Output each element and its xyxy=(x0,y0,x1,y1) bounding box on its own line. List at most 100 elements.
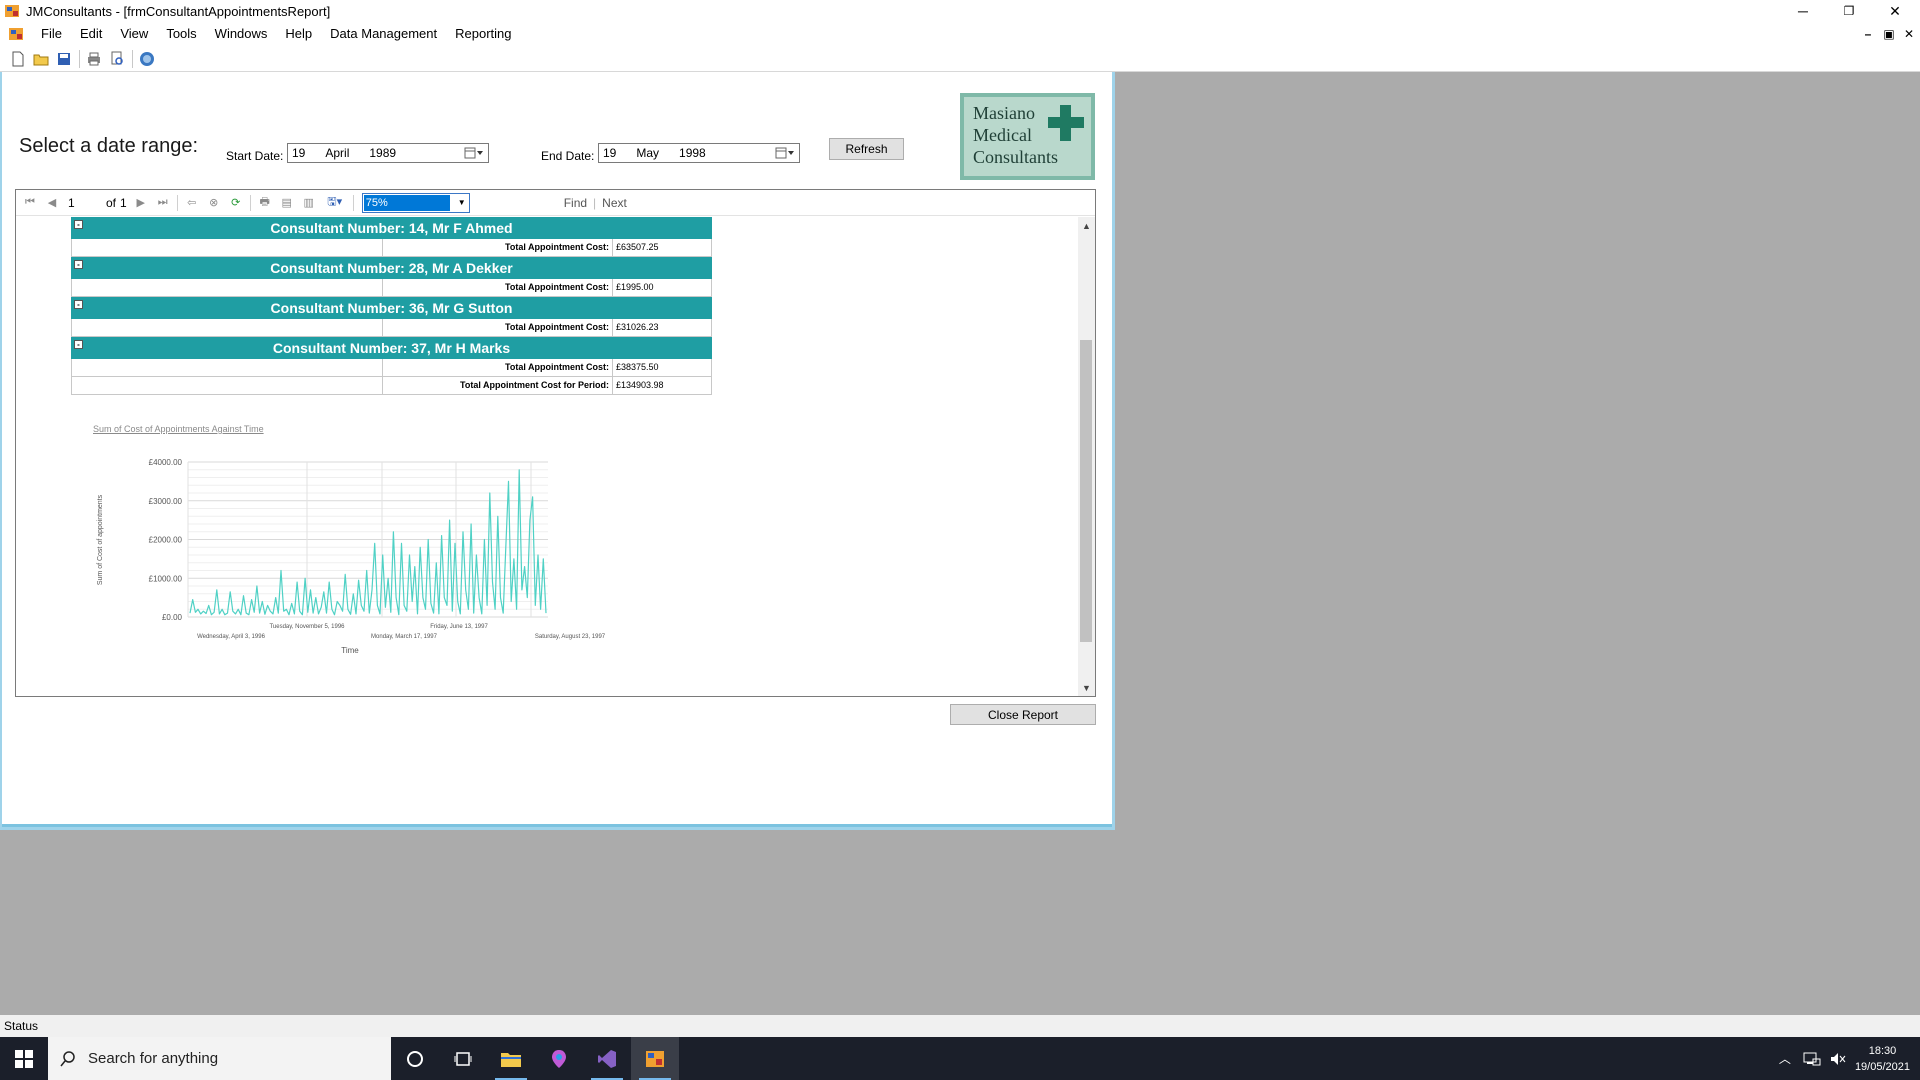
collapse-toggle-icon[interactable]: - xyxy=(74,300,83,309)
scroll-thumb[interactable] xyxy=(1080,340,1092,642)
print-preview-icon[interactable] xyxy=(109,51,125,67)
save-icon[interactable] xyxy=(56,51,72,67)
menu-data-management[interactable]: Data Management xyxy=(321,22,446,46)
group-header-text: Consultant Number: 28, Mr A Dekker xyxy=(270,260,513,276)
back-icon[interactable]: ⇦ xyxy=(184,195,200,211)
total-value: £38375.50 xyxy=(616,362,659,372)
cortana-icon[interactable] xyxy=(391,1037,439,1080)
form-icon[interactable] xyxy=(8,26,24,42)
x-tick-label: Wednesday, April 3, 1996 xyxy=(197,634,265,640)
group-header: - Consultant Number: 37, Mr H Marks xyxy=(71,337,712,359)
total-label: Total Appointment Cost: xyxy=(383,239,613,256)
new-icon[interactable] xyxy=(10,51,26,67)
grand-total-row: Total Appointment Cost for Period: £1349… xyxy=(71,377,712,395)
close-report-button[interactable]: Close Report xyxy=(950,704,1096,725)
menu-tools[interactable]: Tools xyxy=(157,22,205,46)
scroll-up-icon[interactable]: ▲ xyxy=(1078,217,1095,234)
calendar-dropdown-icon[interactable] xyxy=(775,146,795,160)
x-tick-label: Friday, June 13, 1997 xyxy=(430,624,488,630)
title-bar: JMConsultants - [frmConsultantAppointmen… xyxy=(0,0,1920,22)
chevron-up-icon[interactable]: ︿ xyxy=(1779,1050,1791,1067)
minimize-button[interactable]: ─ xyxy=(1780,0,1826,22)
mdi-client-area: Select a date range: Start Date: 19 Apri… xyxy=(0,72,1920,1015)
zoom-select[interactable]: 75% ▼ xyxy=(361,192,470,213)
collapse-toggle-icon[interactable]: - xyxy=(74,220,83,229)
logo-text: Masiano Medical Consultants xyxy=(973,102,1058,168)
start-date-picker[interactable]: 19 April 1989 xyxy=(287,143,489,163)
start-day[interactable]: 19 xyxy=(292,146,305,160)
total-label: Total Appointment Cost: xyxy=(383,279,613,296)
menu-edit[interactable]: Edit xyxy=(71,22,111,46)
menu-help[interactable]: Help xyxy=(276,22,321,46)
windows-start-icon[interactable] xyxy=(0,1037,48,1080)
task-view-icon[interactable] xyxy=(439,1037,487,1080)
scroll-down-icon[interactable]: ▼ xyxy=(1078,679,1095,696)
refresh-button[interactable]: Refresh xyxy=(829,138,904,160)
find-button[interactable]: Find xyxy=(564,196,587,210)
visual-studio-icon[interactable] xyxy=(583,1037,631,1080)
collapse-toggle-icon[interactable]: - xyxy=(74,340,83,349)
y-tick-label: £3000.00 xyxy=(149,497,183,506)
menu-file[interactable]: File xyxy=(32,22,71,46)
close-window-button[interactable]: ✕ xyxy=(1872,0,1918,22)
total-label: Total Appointment Cost: xyxy=(383,319,613,336)
find-next-button[interactable]: Next xyxy=(602,196,627,210)
end-day[interactable]: 19 xyxy=(603,146,616,160)
menu-reporting[interactable]: Reporting xyxy=(446,22,520,46)
mdi-close-button[interactable]: ✕ xyxy=(1899,22,1919,46)
vertical-scrollbar[interactable]: ▲ ▼ xyxy=(1078,217,1095,696)
page-total: 1 xyxy=(120,195,127,210)
page-setup-icon[interactable]: ▥ xyxy=(301,195,317,211)
window-title: JMConsultants - [frmConsultantAppointmen… xyxy=(26,3,331,19)
print-icon[interactable] xyxy=(86,51,102,67)
mdi-minimize-button[interactable]: – xyxy=(1858,22,1878,46)
clock-date: 19/05/2021 xyxy=(1854,1060,1910,1073)
start-month[interactable]: April xyxy=(325,146,349,160)
refresh-icon[interactable]: ⟳ xyxy=(228,195,244,211)
search-placeholder: Search for anything xyxy=(88,1050,219,1067)
taskbar-search[interactable]: Search for anything xyxy=(48,1037,391,1080)
table-row: Total Appointment Cost: £63507.25 xyxy=(71,239,712,257)
print-icon[interactable]: 🖶 xyxy=(257,195,273,211)
chevron-down-icon[interactable]: ▼ xyxy=(455,194,469,212)
restore-button[interactable]: ❐ xyxy=(1826,0,1872,22)
group-header-text: Consultant Number: 14, Mr F Ahmed xyxy=(270,220,513,236)
find-input[interactable] xyxy=(470,194,554,212)
first-page-icon[interactable]: ⏮ xyxy=(22,195,38,211)
last-page-icon[interactable]: ⏭ xyxy=(155,195,171,211)
next-page-icon[interactable]: ▶ xyxy=(133,195,149,211)
menu-view[interactable]: View xyxy=(111,22,157,46)
file-explorer-icon[interactable] xyxy=(487,1037,535,1080)
search-icon xyxy=(60,1050,75,1066)
table-row: Total Appointment Cost: £1995.00 xyxy=(71,279,712,297)
report-viewer-toolbar: ⏮ ◀ of 1 ▶ ⏭ ⇦ ⊗ ⟳ 🖶 ▤ ▥ 🖫▾ 75% ▼ xyxy=(16,190,1095,216)
network-icon[interactable] xyxy=(1803,1051,1821,1067)
page-of-label: of xyxy=(106,195,117,210)
consultant-appointments-report-form: Select a date range: Start Date: 19 Apri… xyxy=(0,72,1115,830)
stop-icon[interactable]: ⊗ xyxy=(206,195,222,211)
page-number-input[interactable] xyxy=(68,193,104,212)
calendar-dropdown-icon[interactable] xyxy=(464,146,484,160)
help-icon[interactable] xyxy=(139,51,155,67)
grand-total-label: Total Appointment Cost for Period: xyxy=(383,377,613,394)
total-value: £63507.25 xyxy=(616,242,659,252)
menu-windows[interactable]: Windows xyxy=(206,22,277,46)
previous-page-icon[interactable]: ◀ xyxy=(44,195,60,211)
end-date-picker[interactable]: 19 May 1998 xyxy=(598,143,800,163)
jmconsultants-app-icon[interactable] xyxy=(631,1037,679,1080)
collapse-toggle-icon[interactable]: - xyxy=(74,260,83,269)
open-icon[interactable] xyxy=(33,51,49,67)
end-year[interactable]: 1998 xyxy=(679,146,706,160)
maps-app-icon[interactable] xyxy=(535,1037,583,1080)
volume-muted-icon[interactable] xyxy=(1829,1051,1847,1067)
export-icon[interactable]: 🖫▾ xyxy=(323,195,347,211)
clock[interactable]: 18:30 19/05/2021 xyxy=(1855,1043,1910,1075)
end-month[interactable]: May xyxy=(636,146,659,160)
start-year[interactable]: 1989 xyxy=(369,146,396,160)
group-header: - Consultant Number: 28, Mr A Dekker xyxy=(71,257,712,279)
total-value: £31026.23 xyxy=(616,322,659,332)
print-layout-icon[interactable]: ▤ xyxy=(279,195,295,211)
x-tick-label: Tuesday, November 5, 1996 xyxy=(269,624,345,630)
zoom-value[interactable]: 75% xyxy=(363,194,450,211)
mdi-restore-button[interactable]: ▣ xyxy=(1879,22,1899,46)
